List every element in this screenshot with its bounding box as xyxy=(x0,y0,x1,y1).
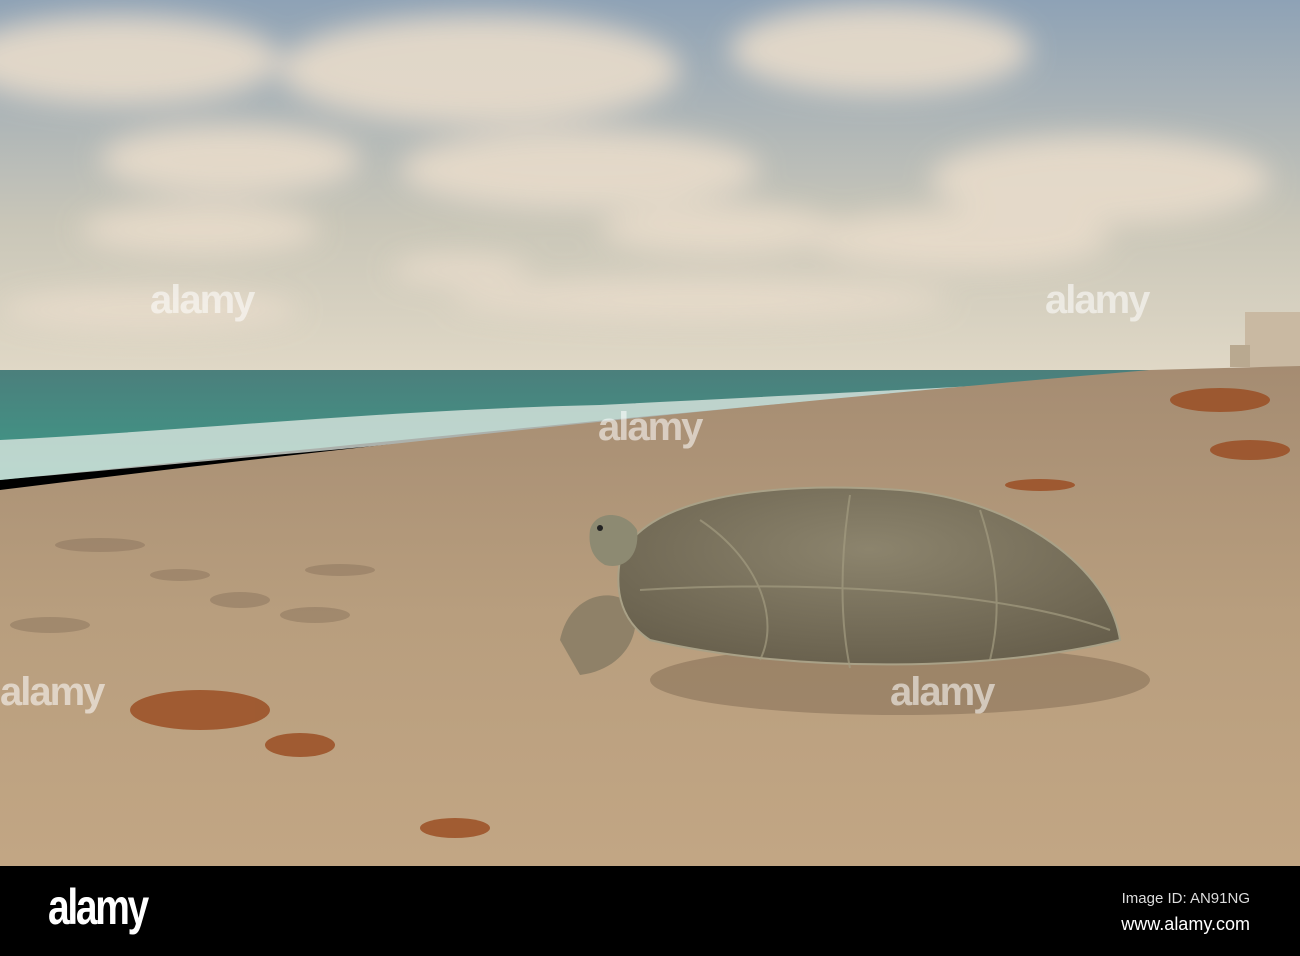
image-id: Image ID: AN91NG xyxy=(1121,890,1250,907)
watermark-text: alamy xyxy=(150,278,255,322)
footer-bar: alamy Image ID: AN91NG www.alamy.com xyxy=(0,866,1300,956)
watermark-text: alamy xyxy=(1045,278,1150,322)
alamy-logo: alamy xyxy=(48,879,149,935)
watermark-text: alamy xyxy=(598,405,703,449)
watermark-text: alamy xyxy=(0,670,105,714)
watermark-text: alamy xyxy=(890,670,995,714)
site-url: www.alamy.com xyxy=(1121,914,1250,934)
